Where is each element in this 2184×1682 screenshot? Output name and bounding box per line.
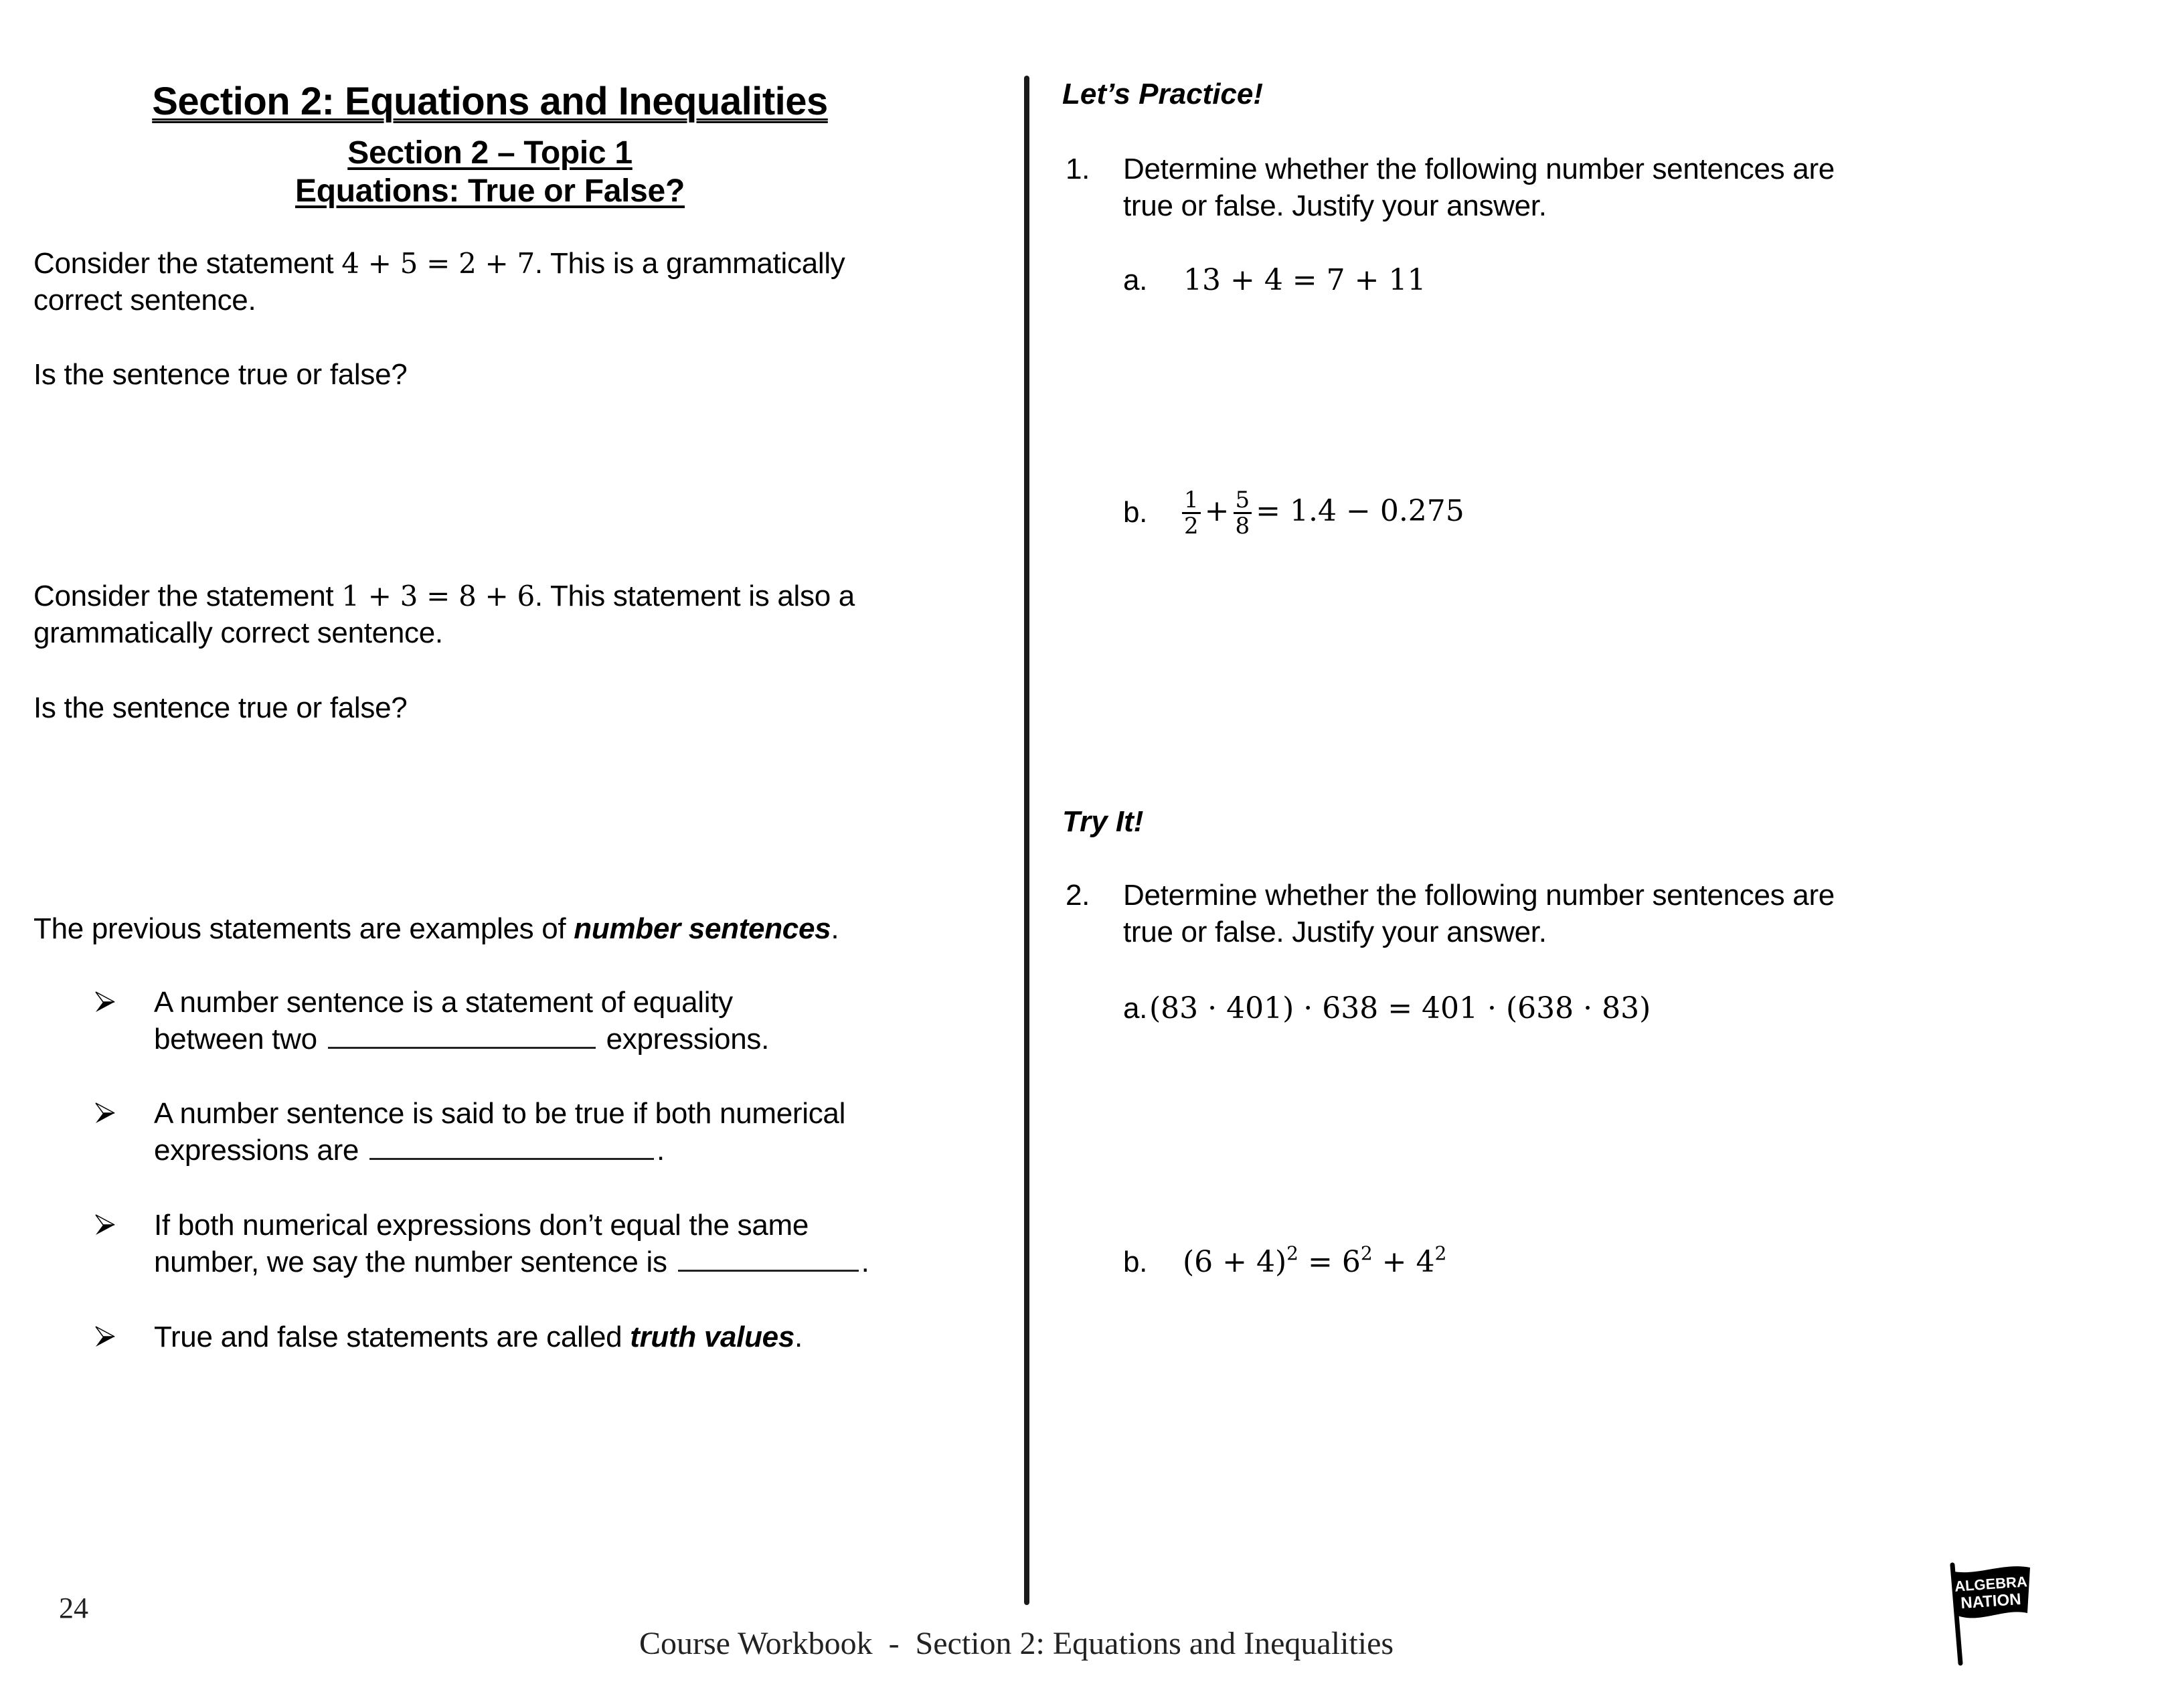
problem-2b-label: b. bbox=[1123, 1246, 1148, 1278]
bullet-2-suffix: . bbox=[657, 1134, 665, 1167]
bullet-1-line-1: A number sentence is a statement of equa… bbox=[154, 986, 733, 1019]
problem-1b-expression: 1 2 +5 8 = 1.4 − 0.275 bbox=[1178, 478, 1464, 545]
bullet-1-line-2: between two expressions. bbox=[154, 1021, 769, 1058]
column-divider bbox=[1024, 76, 1029, 1605]
bullet-4-line-1: True and false statements are called tru… bbox=[154, 1319, 803, 1355]
fill-in-blank[interactable] bbox=[369, 1134, 655, 1160]
exponent: 2 bbox=[1434, 1242, 1447, 1264]
problem-2-number: 2. bbox=[1066, 879, 1090, 912]
statement-2-line-1: Consider the statement 1 + 3 = 8 + 6. Th… bbox=[33, 578, 855, 614]
problem-1a-expression: 13 + 4 = 7 + 11 bbox=[1183, 263, 1426, 297]
try-it-heading: Try It! bbox=[1062, 805, 1144, 838]
workbook-page: Section 2: Equations and Inequalities Se… bbox=[0, 0, 2184, 1682]
intro-suffix: . bbox=[831, 912, 839, 945]
bullet-3-prefix: number, we say the number sentence is bbox=[154, 1246, 675, 1278]
problem-2b-expression: (6 + 4)2 = 62 + 42 bbox=[1183, 1244, 1446, 1280]
fraction-one-half: 12 bbox=[1182, 488, 1201, 538]
statement-1-line-1: Consider the statement 4 + 5 = 2 + 7. Th… bbox=[33, 245, 845, 282]
term-truth-values: truth values bbox=[630, 1321, 795, 1353]
problem-1-line-1: Determine whether the following number s… bbox=[1123, 153, 1835, 185]
problem-1-line-2: true or false. Justify your answer. bbox=[1123, 189, 1547, 222]
problem-1b-label: b. bbox=[1123, 496, 1148, 529]
bullet-4-suffix: . bbox=[794, 1321, 803, 1353]
topic-heading-text: Section 2 – Topic 1 bbox=[347, 135, 633, 171]
statement-1-suffix: . This is a grammatically bbox=[534, 247, 845, 280]
bullet-4-prefix: True and false statements are called bbox=[154, 1321, 631, 1353]
bullet-2-line-2: expressions are . bbox=[154, 1132, 665, 1169]
problem-2-line-2: true or false. Justify your answer. bbox=[1123, 916, 1547, 948]
statement-2-math: 1 + 3 = 8 + 6 bbox=[341, 580, 535, 612]
topic-title: Equations: True or False? bbox=[0, 171, 980, 212]
statement-1-math: 4 + 5 = 2 + 7 bbox=[341, 247, 535, 280]
topic-heading: Section 2 – Topic 1 bbox=[0, 133, 980, 173]
statement-2-suffix: . This statement is also a bbox=[534, 580, 855, 612]
expression-rest: = 1.4 − 0.275 bbox=[1256, 494, 1464, 528]
topic-title-text: Equations: True or False? bbox=[295, 173, 685, 209]
question-1: Is the sentence true or false? bbox=[33, 358, 408, 391]
algebra-nation-logo: ALGEBRA NATION bbox=[1950, 1562, 2030, 1666]
problem-1-number: 1. bbox=[1066, 153, 1090, 185]
expression-right: + 4 bbox=[1372, 1245, 1435, 1279]
problem-2-line-1: Determine whether the following number s… bbox=[1123, 879, 1835, 912]
fraction-numerator: 1 bbox=[1182, 488, 1201, 514]
fraction-five-eighths: 58 bbox=[1233, 488, 1252, 539]
arrowhead-bullet-icon bbox=[95, 991, 115, 1012]
arrowhead-bullet-icon bbox=[95, 1326, 115, 1347]
expression-middle: = 6 bbox=[1298, 1245, 1361, 1279]
bullet-3-suffix: . bbox=[861, 1246, 869, 1278]
problem-2a-label: a. bbox=[1123, 992, 1148, 1025]
bullet-1-suffix: expressions. bbox=[598, 1023, 770, 1056]
statement-1-line-2: correct sentence. bbox=[33, 284, 256, 317]
number-sentences-intro: The previous statements are examples of … bbox=[33, 910, 839, 947]
statement-2-line-2: grammatically correct sentence. bbox=[33, 616, 443, 649]
section-title: Section 2: Equations and Inequalities bbox=[0, 78, 980, 125]
bullet-2-line-1: A number sentence is said to be true if … bbox=[154, 1097, 846, 1130]
problem-2a-expression: (83 · 401) · 638 = 401 · (638 · 83) bbox=[1149, 991, 1651, 1025]
lets-practice-heading: Let’s Practice! bbox=[1062, 78, 1264, 110]
fill-in-blank[interactable] bbox=[327, 1023, 596, 1049]
term-number-sentences: number sentences bbox=[574, 912, 831, 945]
exponent: 2 bbox=[1360, 1242, 1373, 1264]
statement-2-prefix: Consider the statement bbox=[33, 580, 342, 612]
bullet-2-prefix: expressions are bbox=[154, 1134, 367, 1167]
problem-1a-label: a. bbox=[1123, 264, 1148, 297]
fraction-denominator: 8 bbox=[1235, 513, 1250, 539]
statement-1-prefix: Consider the statement bbox=[33, 247, 342, 280]
footer-text: Course Workbook - Section 2: Equations a… bbox=[639, 1626, 1394, 1661]
section-title-text: Section 2: Equations and Inequalities bbox=[152, 80, 828, 123]
bullet-1-prefix: between two bbox=[154, 1023, 325, 1056]
expression-base: (6 + 4) bbox=[1183, 1245, 1287, 1279]
fill-in-blank[interactable] bbox=[677, 1246, 859, 1272]
plus-sign: + bbox=[1204, 494, 1230, 528]
arrowhead-bullet-icon bbox=[95, 1214, 115, 1235]
page-number: 24 bbox=[59, 1592, 88, 1624]
fraction-denominator: 2 bbox=[1184, 513, 1199, 539]
exponent: 2 bbox=[1286, 1242, 1298, 1264]
arrowhead-bullet-icon bbox=[95, 1102, 115, 1123]
bullet-3-line-1: If both numerical expressions don’t equa… bbox=[154, 1209, 809, 1242]
bullet-3-line-2: number, we say the number sentence is . bbox=[154, 1244, 869, 1280]
intro-prefix: The previous statements are examples of bbox=[33, 912, 574, 945]
question-2: Is the sentence true or false? bbox=[33, 691, 408, 724]
fraction-numerator: 5 bbox=[1233, 488, 1252, 514]
